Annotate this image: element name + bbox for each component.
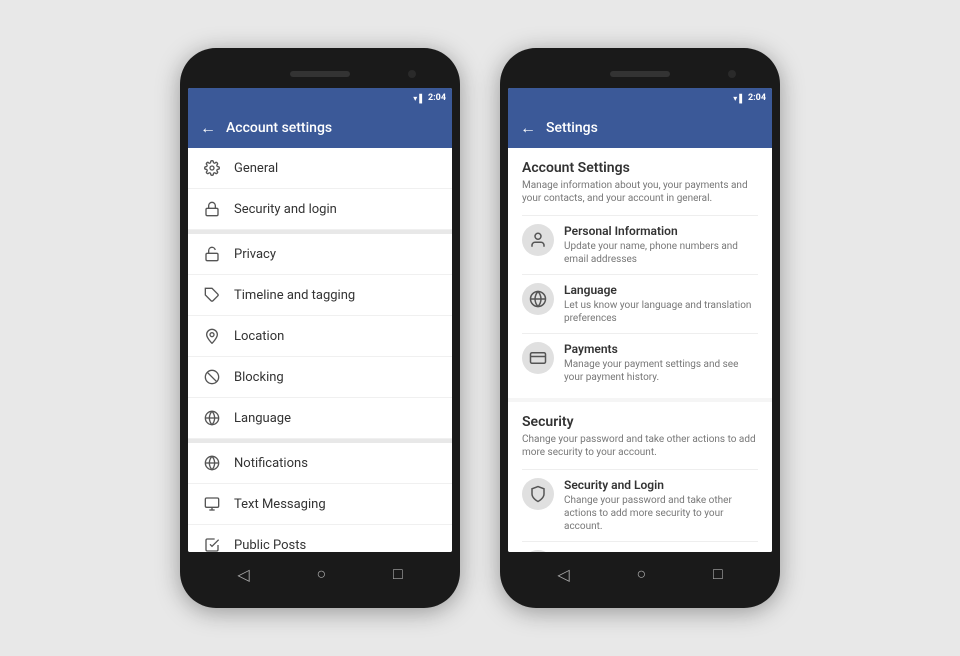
signal-icon-right: ▌ — [739, 94, 745, 103]
account-settings-desc: Manage information about you, your payme… — [522, 179, 758, 205]
back-button-right[interactable]: ← — [520, 118, 536, 138]
menu-item-notifications[interactable]: Notifications — [188, 439, 452, 484]
menu-label-security: Security and login — [234, 202, 337, 217]
globe-icon — [202, 408, 222, 428]
settings-item-apps[interactable]: Apps & Websites — [522, 541, 758, 552]
menu-item-language[interactable]: Language — [188, 398, 452, 439]
menu-list-left: General Security and login — [188, 148, 452, 552]
shield-icon — [522, 478, 554, 510]
phone-right: ▾ ▌ 2:04 ← Settings Account Settings Man… — [500, 48, 780, 608]
account-settings-title: Account Settings — [522, 160, 758, 176]
menu-label-location: Location — [234, 329, 284, 344]
menu-item-location[interactable]: Location — [188, 316, 452, 357]
status-bar-left: ▾ ▌ 2:04 — [188, 88, 452, 108]
wifi-icon: ▾ — [413, 94, 417, 103]
message-icon — [202, 494, 222, 514]
status-icons-left: ▾ ▌ — [413, 94, 425, 103]
signal-icon: ▌ — [419, 94, 425, 103]
camera-right — [728, 70, 736, 78]
speaker-right — [610, 71, 670, 77]
menu-item-blocking[interactable]: Blocking — [188, 357, 452, 398]
menu-label-notifications: Notifications — [234, 456, 308, 471]
app-header-left: ← Account settings — [188, 108, 452, 148]
nav-home-right[interactable]: ○ — [636, 564, 646, 584]
payments-desc: Manage your payment settings and see you… — [564, 358, 758, 384]
settings-content: Account Settings Manage information abou… — [508, 148, 772, 552]
phone-bottom-left: ◁ ○ □ — [188, 552, 452, 596]
app-header-right: ← Settings — [508, 108, 772, 148]
speaker-left — [290, 71, 350, 77]
nav-back-right[interactable]: ◁ — [557, 565, 569, 584]
header-title-right: Settings — [546, 120, 598, 136]
settings-item-personal[interactable]: Personal Information Update your name, p… — [522, 215, 758, 274]
personal-desc: Update your name, phone numbers and emai… — [564, 240, 758, 266]
payments-text: Payments Manage your payment settings an… — [564, 342, 758, 384]
menu-item-privacy[interactable]: Privacy — [188, 230, 452, 275]
scene: ▾ ▌ 2:04 ← Account settings — [0, 0, 960, 656]
personal-text: Personal Information Update your name, p… — [564, 224, 758, 266]
globe-icon-right — [522, 283, 554, 315]
menu-label-language: Language — [234, 411, 291, 426]
menu-label-blocking: Blocking — [234, 370, 284, 385]
language-title: Language — [564, 283, 758, 297]
account-settings-section: Account Settings Manage information abou… — [508, 148, 772, 398]
security-login-desc: Change your password and take other acti… — [564, 494, 758, 533]
phone-top-right — [508, 60, 772, 88]
security-login-text: Security and Login Change your password … — [564, 478, 758, 533]
back-button-left[interactable]: ← — [200, 118, 216, 138]
lock-icon — [202, 199, 222, 219]
status-bar-right: ▾ ▌ 2:04 — [508, 88, 772, 108]
location-icon — [202, 326, 222, 346]
status-icons-right: ▾ ▌ — [733, 94, 745, 103]
security-login-title: Security and Login — [564, 478, 758, 492]
settings-item-payments[interactable]: Payments Manage your payment settings an… — [522, 333, 758, 392]
camera-left — [408, 70, 416, 78]
security-section: Security Change your password and take o… — [508, 402, 772, 552]
language-desc: Let us know your language and translatio… — [564, 299, 758, 325]
settings-item-security-login[interactable]: Security and Login Change your password … — [522, 469, 758, 541]
nav-home-left[interactable]: ○ — [316, 564, 326, 584]
menu-item-public-posts[interactable]: Public Posts — [188, 525, 452, 552]
card-icon — [522, 342, 554, 374]
phone-bottom-right: ◁ ○ □ — [508, 552, 772, 596]
security-desc: Change your password and take other acti… — [522, 433, 758, 459]
checkbox-icon — [202, 535, 222, 552]
phone-left: ▾ ▌ 2:04 ← Account settings — [180, 48, 460, 608]
person-icon — [522, 224, 554, 256]
status-time-left: 2:04 — [428, 93, 446, 103]
menu-label-public-posts: Public Posts — [234, 538, 306, 553]
tag-icon — [202, 285, 222, 305]
menu-label-privacy: Privacy — [234, 247, 276, 262]
language-text: Language Let us know your language and t… — [564, 283, 758, 325]
status-time-right: 2:04 — [748, 93, 766, 103]
menu-item-general[interactable]: General — [188, 148, 452, 189]
phone-top-left — [188, 60, 452, 88]
block-icon — [202, 367, 222, 387]
personal-title: Personal Information — [564, 224, 758, 238]
nav-recent-left[interactable]: □ — [393, 564, 403, 584]
screen-left: ▾ ▌ 2:04 ← Account settings — [188, 88, 452, 552]
menu-item-security[interactable]: Security and login — [188, 189, 452, 230]
menu-item-timeline[interactable]: Timeline and tagging — [188, 275, 452, 316]
screen-right: ▾ ▌ 2:04 ← Settings Account Settings Man… — [508, 88, 772, 552]
menu-item-text-messaging[interactable]: Text Messaging — [188, 484, 452, 525]
menu-label-text-messaging: Text Messaging — [234, 497, 326, 512]
payments-title: Payments — [564, 342, 758, 356]
nav-recent-right[interactable]: □ — [713, 564, 723, 584]
menu-label-timeline: Timeline and tagging — [234, 288, 355, 303]
gear-icon — [202, 158, 222, 178]
nav-back-left[interactable]: ◁ — [237, 565, 249, 584]
privacy-icon — [202, 244, 222, 264]
header-title-left: Account settings — [226, 120, 332, 136]
notifications-icon — [202, 453, 222, 473]
security-title: Security — [522, 414, 758, 430]
wifi-icon-right: ▾ — [733, 94, 737, 103]
menu-label-general: General — [234, 161, 278, 176]
settings-item-language[interactable]: Language Let us know your language and t… — [522, 274, 758, 333]
